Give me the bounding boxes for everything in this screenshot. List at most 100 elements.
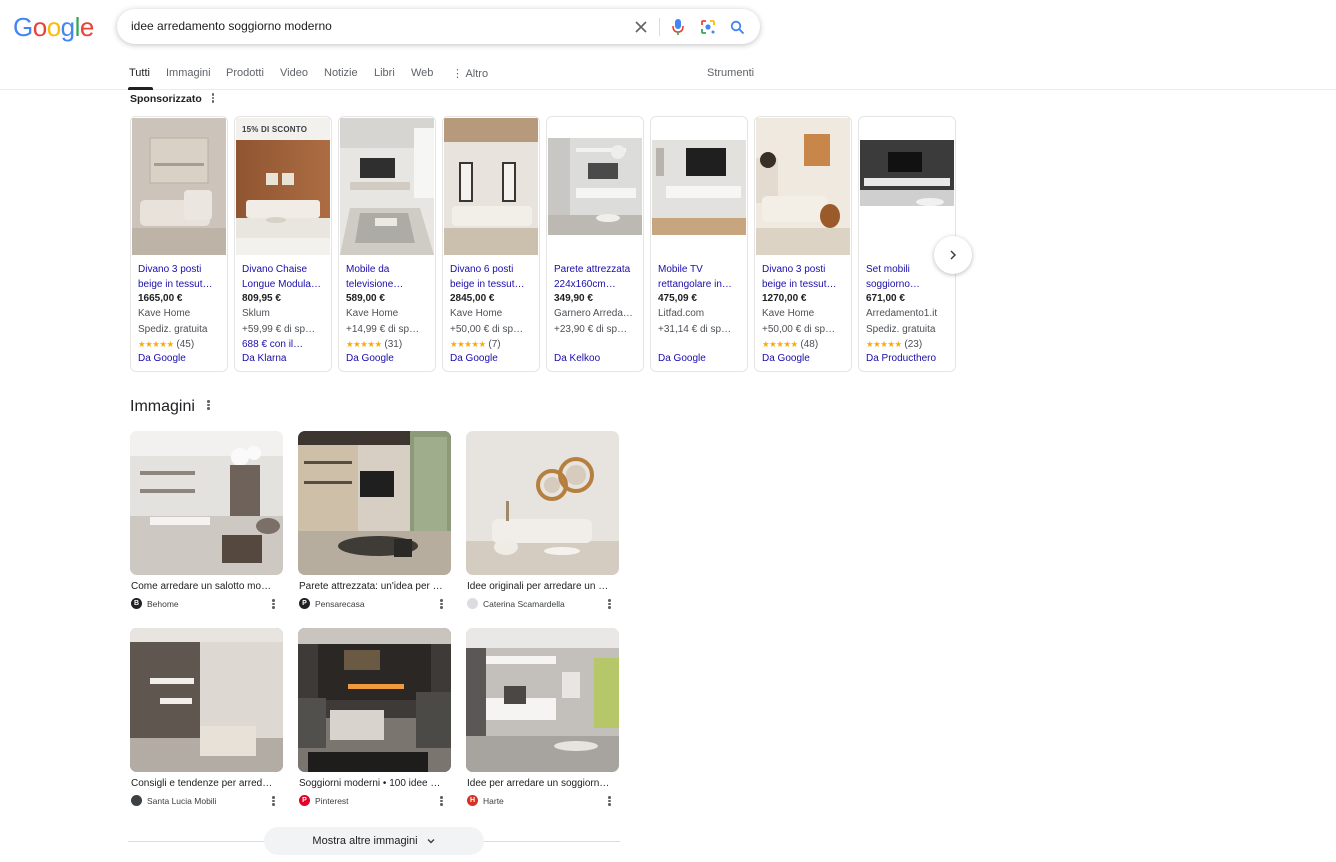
image-more-icon[interactable] (608, 796, 611, 806)
review-count: (31) (384, 339, 403, 350)
product-title[interactable]: Parete attrezzata 224x160cm… (554, 262, 640, 292)
tab-altro[interactable]: ⋮ Altro (452, 67, 488, 80)
product-title[interactable]: Divano 3 posti beige in tessut… (762, 262, 848, 292)
image-caption[interactable]: Idee originali per arredare un … (467, 581, 617, 592)
review-count: (45) (176, 339, 195, 350)
tab-libri[interactable]: Libri (374, 67, 395, 79)
image-more-icon[interactable] (608, 599, 611, 609)
clear-icon[interactable] (631, 17, 651, 37)
image-caption[interactable]: Parete attrezzata: un'idea per … (299, 581, 449, 592)
rating-stars: ★★★★★ (450, 339, 486, 349)
product-price: 589,00 € (346, 293, 385, 304)
image-source[interactable]: B Behome (131, 598, 179, 609)
image-result[interactable]: Consigli e tendenze per arred… Santa Luc… (130, 628, 283, 808)
product-title[interactable]: Mobile da televisione… (346, 262, 432, 292)
tab-altro-label: Altro (465, 68, 489, 80)
image-thumbnail[interactable] (466, 628, 619, 772)
more-options-icon[interactable] (207, 400, 210, 410)
product-shipping: +59,99 € di sp… (242, 324, 316, 335)
image-more-icon[interactable] (272, 796, 275, 806)
product-source[interactable]: Da Google (138, 353, 186, 364)
product-shop: Kave Home (346, 308, 399, 319)
image-more-icon[interactable] (272, 599, 275, 609)
image-source-name: Behome (147, 598, 179, 609)
product-title[interactable]: Mobile TV rettangolare in… (658, 262, 744, 292)
image-source[interactable]: P Pinterest (299, 795, 349, 806)
image-caption[interactable]: Consigli e tendenze per arred… (131, 778, 281, 789)
image-caption[interactable]: Come arredare un salotto mo… (131, 581, 281, 592)
tab-video[interactable]: Video (280, 67, 308, 79)
image-source[interactable]: Caterina Scamardella (467, 598, 565, 609)
microphone-icon[interactable] (668, 17, 688, 37)
product-image (652, 118, 746, 255)
product-image (236, 118, 330, 255)
search-input[interactable]: idee arredamento soggiorno moderno (131, 19, 332, 33)
lens-icon[interactable] (698, 17, 718, 37)
image-more-icon[interactable] (440, 599, 443, 609)
installment-offer[interactable]: 688 € con il… (242, 339, 330, 350)
tab-immagini[interactable]: Immagini (166, 67, 211, 79)
product-shipping: +23,90 € di sp… (554, 324, 628, 335)
product-source[interactable]: Da Klarna (242, 353, 286, 364)
product-source[interactable]: Da Google (658, 353, 706, 364)
product-image (132, 118, 226, 255)
more-options-icon[interactable] (211, 93, 215, 103)
product-shop: Kave Home (762, 308, 815, 319)
product-card[interactable]: Divano 3 posti beige in tessut… 1270,00 … (754, 116, 852, 372)
product-title[interactable]: Divano 6 posti beige in tessut… (450, 262, 536, 292)
tab-notizie[interactable]: Notizie (324, 67, 358, 79)
tab-prodotti[interactable]: Prodotti (226, 67, 264, 79)
product-card[interactable]: Divano 3 posti beige in tessut… 1665,00 … (130, 116, 228, 372)
search-icon[interactable] (727, 17, 747, 37)
product-source[interactable]: Da Kelkoo (554, 353, 600, 364)
product-shop: Kave Home (450, 308, 503, 319)
product-title[interactable]: Divano Chaise Longue Modula… (242, 262, 328, 292)
product-source[interactable]: Da Google (450, 353, 498, 364)
product-card[interactable]: Mobile TV rettangolare in… 475,09 € Litf… (650, 116, 748, 372)
image-thumbnail[interactable] (130, 628, 283, 772)
images-header: Immagini (130, 398, 210, 416)
carousel-next-button[interactable] (934, 236, 972, 274)
tab-tutti[interactable]: Tutti (129, 67, 150, 79)
review-count: (48) (800, 339, 819, 350)
search-box[interactable]: idee arredamento soggiorno moderno (117, 9, 760, 44)
google-logo[interactable]: Google (13, 12, 94, 43)
product-shipping: Spediz. gratuita (866, 324, 936, 335)
product-shipping: +31,14 € di sp… (658, 324, 732, 335)
product-source[interactable]: Da Google (346, 353, 394, 364)
product-image (340, 118, 434, 255)
image-source[interactable]: P Pensarecasa (299, 598, 365, 609)
product-card[interactable]: Mobile da televisione… 589,00 € Kave Hom… (338, 116, 436, 372)
image-caption[interactable]: Soggiorni moderni • 100 idee … (299, 778, 449, 789)
rating-stars: ★★★★★ (138, 339, 174, 349)
image-source[interactable]: H Harte (467, 795, 504, 806)
image-result[interactable]: Soggiorni moderni • 100 idee … P Pinteres… (298, 628, 451, 808)
product-image (756, 118, 850, 255)
image-thumbnail[interactable] (466, 431, 619, 575)
image-caption[interactable]: Idee per arredare un soggiorn… (467, 778, 617, 789)
image-result[interactable]: Parete attrezzata: un'idea per … P Pensar… (298, 431, 451, 611)
product-source[interactable]: Da Producthero (866, 353, 936, 364)
tab-web[interactable]: Web (411, 67, 433, 79)
image-thumbnail[interactable] (130, 431, 283, 575)
image-thumbnail[interactable] (298, 431, 451, 575)
image-result[interactable]: Idee per arredare un soggiorn… H Harte (466, 628, 619, 808)
product-card[interactable]: 15% DI SCONTO Divano Chaise Longue Modul… (234, 116, 332, 372)
tools-button[interactable]: Strumenti (707, 67, 754, 79)
product-price: 1665,00 € (138, 293, 183, 304)
product-rating: ★★★★★ (23) (866, 339, 922, 350)
image-result[interactable]: Idee originali per arredare un … Caterin… (466, 431, 619, 611)
image-source-name: Harte (483, 795, 504, 806)
image-more-icon[interactable] (440, 796, 443, 806)
product-shop: Arredamento1.it (866, 308, 938, 319)
product-card[interactable]: Divano 6 posti beige in tessut… 2845,00 … (442, 116, 540, 372)
image-source[interactable]: Santa Lucia Mobili (131, 795, 216, 806)
product-card[interactable]: Parete attrezzata 224x160cm… 349,90 € Ga… (546, 116, 644, 372)
product-source[interactable]: Da Google (762, 353, 810, 364)
sponsored-header: Sponsorizzato (130, 92, 215, 105)
product-image (860, 118, 954, 255)
image-result[interactable]: Come arredare un salotto mo… B Behome (130, 431, 283, 611)
product-title[interactable]: Divano 3 posti beige in tessut… (138, 262, 224, 292)
show-more-images-button[interactable]: Mostra altre immagini (264, 827, 484, 855)
image-thumbnail[interactable] (298, 628, 451, 772)
